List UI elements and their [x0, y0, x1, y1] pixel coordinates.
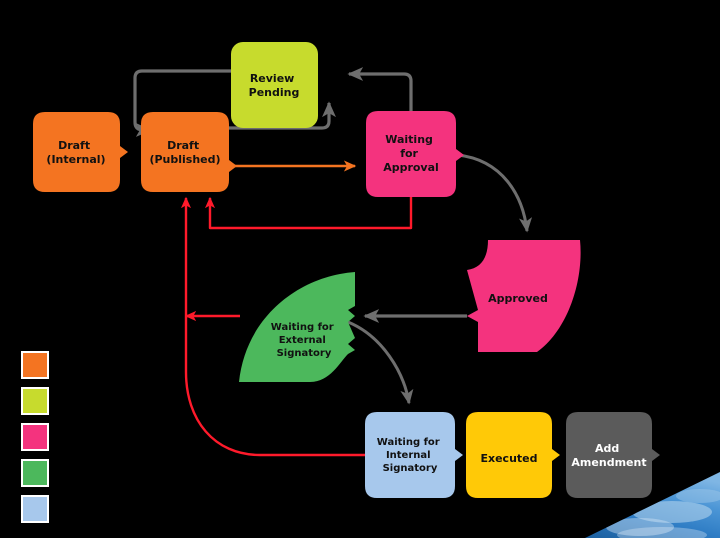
node-add-amendment-shape — [566, 412, 660, 498]
node-waiting-for-internal-signatory-shape — [365, 412, 463, 498]
diagram-canvas: Draft (Internal) Draft (Published) Revie… — [0, 0, 720, 538]
legend-swatch-orange[interactable] — [21, 351, 49, 379]
node-waiting-for-approval-shape — [366, 111, 464, 197]
node-add-amendment[interactable]: Add Amendment — [566, 412, 660, 498]
node-executed-shape — [466, 412, 560, 498]
node-executed[interactable]: Executed — [466, 412, 560, 498]
legend — [21, 351, 49, 523]
legend-swatch-green[interactable] — [21, 459, 49, 487]
legend-swatch-pink[interactable] — [21, 423, 49, 451]
node-waiting-for-approval[interactable]: Waiting for Approval — [366, 111, 464, 197]
node-review-pending[interactable]: Review Pending — [231, 42, 318, 128]
node-draft-published[interactable]: Draft (Published) — [141, 112, 237, 192]
node-waiting-for-internal-signatory[interactable]: Waiting for Internal Signatory — [365, 412, 463, 498]
node-draft-internal-shape — [33, 112, 128, 192]
legend-swatch-lime[interactable] — [21, 387, 49, 415]
node-draft-internal[interactable]: Draft (Internal) — [33, 112, 128, 192]
workflow-diagram: Draft (Internal) Draft (Published) Revie… — [0, 0, 720, 538]
legend-swatch-light-blue[interactable] — [21, 495, 49, 523]
node-review-pending-shape — [231, 42, 318, 128]
node-draft-published-shape — [141, 112, 237, 192]
